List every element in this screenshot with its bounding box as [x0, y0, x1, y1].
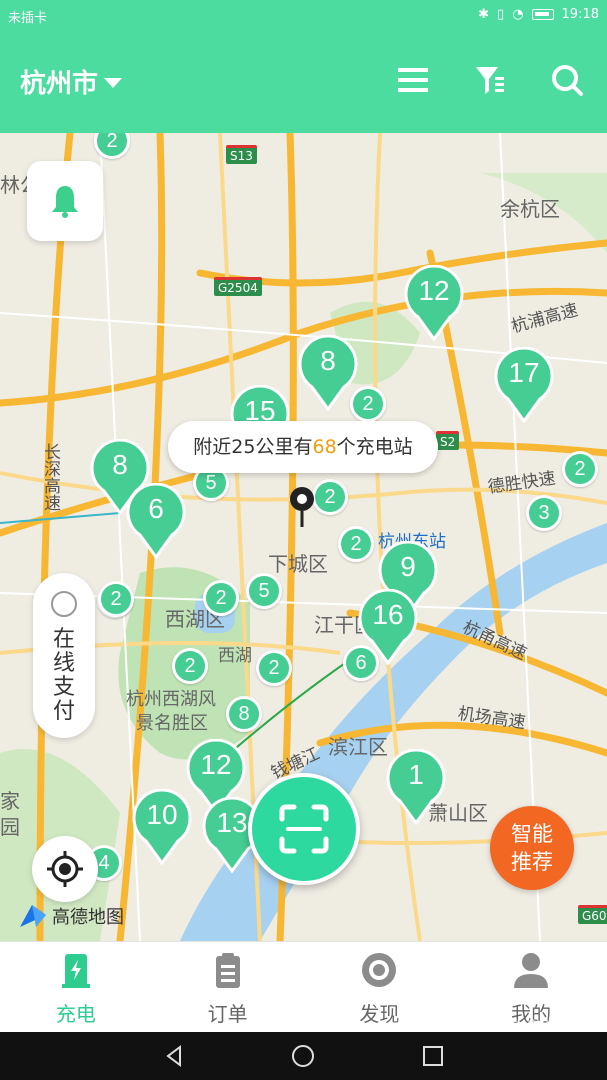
station-cluster-dot[interactable]: 8 [226, 696, 262, 732]
discover-icon [362, 953, 397, 987]
tab-discover[interactable]: 发现 [304, 942, 456, 1032]
station-count: 68 [312, 436, 337, 458]
notification-button[interactable] [27, 161, 103, 241]
menu-icon [398, 68, 428, 92]
online-pay-filter[interactable]: 在线支付 [33, 573, 95, 738]
map-label: 家 [0, 789, 20, 813]
highway-shield: S2 [436, 431, 460, 450]
map-label: 园 [0, 815, 20, 839]
map-label: 下城区 [268, 552, 328, 576]
locate-me-button[interactable] [32, 836, 98, 902]
city-selector[interactable]: 杭州市 [20, 63, 123, 100]
highway-shield: S13 [226, 145, 257, 164]
highway-shield: G2504 [214, 277, 262, 296]
back-icon[interactable] [162, 1044, 186, 1068]
station-cluster-pin[interactable]: 16 [358, 588, 418, 666]
map-label: 余杭区 [500, 197, 560, 221]
recents-icon[interactable] [421, 1044, 445, 1068]
station-cluster-pin[interactable]: 8 [298, 334, 358, 412]
station-cluster-dot[interactable]: 2 [338, 526, 374, 562]
station-cluster-dot[interactable]: 2 [98, 581, 134, 617]
charger-icon [61, 954, 90, 988]
bell-icon [52, 186, 78, 218]
map-label: 滨江区 [328, 735, 388, 759]
station-cluster-dot[interactable]: 2 [256, 650, 292, 686]
map-label: 西湖 [218, 646, 252, 666]
station-cluster-pin[interactable]: 17 [494, 346, 554, 424]
clock: 19:18 [561, 7, 599, 22]
map-label: 景名胜区 [136, 713, 208, 734]
station-cluster-dot[interactable]: 2 [562, 451, 598, 487]
station-cluster-dot[interactable]: 2 [203, 580, 239, 616]
filter-button[interactable] [470, 60, 510, 100]
station-cluster-dot[interactable]: 2 [172, 648, 208, 684]
nearby-stations-tooltip: 附近25公里有68个充电站 [168, 421, 438, 473]
carrier-text: 未插卡 [8, 11, 48, 26]
station-cluster-pin[interactable]: 10 [132, 788, 192, 866]
battery-icon [531, 9, 554, 20]
map-label: 长深高速 [40, 443, 60, 511]
highway-shield: G60 [578, 905, 607, 924]
online-pay-label: 在线支付 [52, 627, 75, 724]
tab-orders[interactable]: 订单 [152, 942, 304, 1032]
station-cluster-dot[interactable]: 2 [312, 479, 348, 515]
search-button[interactable] [547, 60, 587, 100]
current-location-marker-icon [290, 487, 314, 527]
app-header: 杭州市 [0, 30, 607, 133]
user-icon [514, 953, 549, 988]
city-name: 杭州市 [20, 69, 99, 99]
vibrate-icon: ▯ [497, 7, 505, 22]
crosshair-icon [47, 851, 83, 887]
watermark: 一休游戏 YIXUI.COM [462, 1018, 597, 1034]
radio-icon [51, 591, 77, 617]
wifi-icon: ◔ [512, 7, 524, 22]
tab-charge[interactable]: 充电 [0, 942, 152, 1032]
caret-down-icon [104, 77, 123, 88]
home-icon[interactable] [291, 1044, 315, 1068]
station-cluster-dot[interactable]: 3 [526, 495, 562, 531]
scan-icon [279, 804, 329, 854]
clipboard-icon [215, 953, 240, 988]
list-view-button[interactable] [393, 60, 433, 100]
amap-logo-icon [20, 905, 46, 927]
search-icon [552, 65, 583, 96]
station-cluster-pin[interactable]: 6 [126, 482, 186, 560]
map-view[interactable]: 余杭区 杭浦高速 长深高速 德胜快速 杭州东站 下城区 西湖区 西湖 江干区 杭… [0, 133, 607, 941]
station-cluster-pin[interactable]: 12 [404, 264, 464, 342]
scan-qr-button[interactable] [248, 773, 360, 885]
status-icons: ✱ ▯ ◔ 19:18 [478, 7, 599, 22]
amap-logo: 高德地图 [18, 903, 124, 929]
smart-recommend-button[interactable]: 智能 推荐 [490, 806, 574, 890]
bluetooth-icon: ✱ [478, 7, 490, 22]
system-nav-bar [0, 1032, 607, 1080]
station-cluster-dot[interactable]: 5 [246, 573, 282, 609]
status-bar: 未插卡 ✱ ▯ ◔ 19:18 [0, 0, 607, 30]
station-cluster-pin[interactable]: 1 [386, 748, 446, 826]
map-label: 杭州西湖风 [126, 689, 216, 710]
filter-icon [476, 67, 504, 94]
